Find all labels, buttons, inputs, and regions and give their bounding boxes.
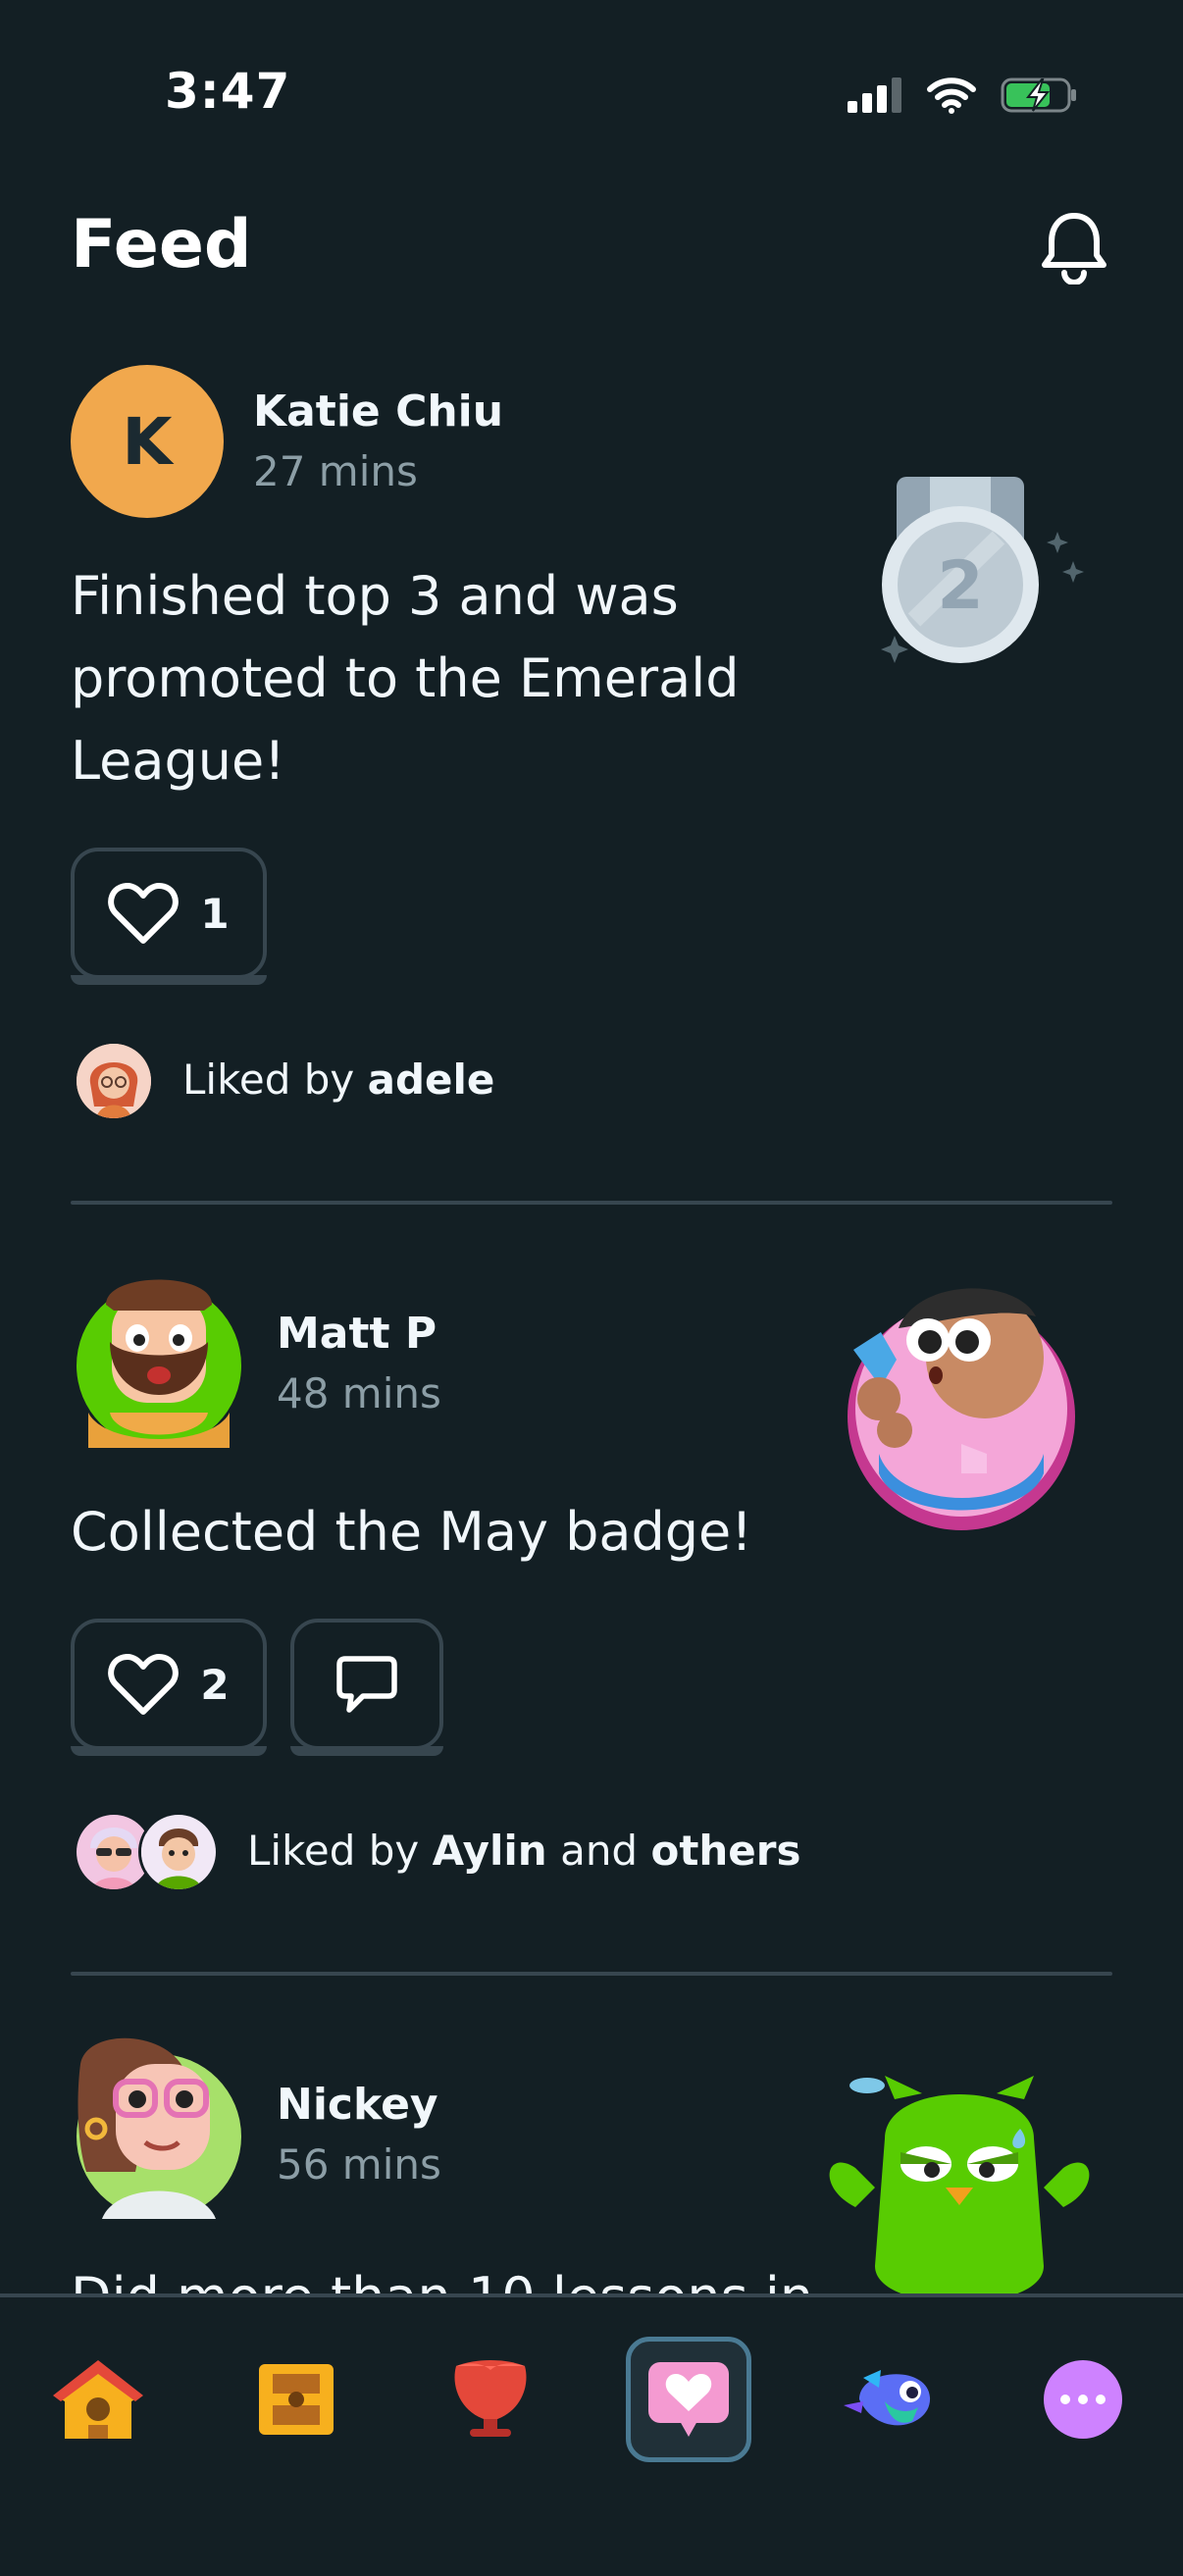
liked-by-and: and [560,1827,639,1875]
comment-button[interactable] [290,1619,443,1756]
duolingo-bird-icon [844,2370,931,2426]
tab-chest[interactable] [233,2337,359,2462]
avatar[interactable] [77,2035,241,2219]
liked-by-prefix: Liked by [247,1827,420,1875]
post-username[interactable]: Katie Chiu [253,386,503,437]
post-text: Collected the May badge! [71,1501,752,1563]
post-text: Did more than 10 lessons in [71,2256,816,2293]
post-time: 48 mins [277,1369,441,1417]
liked-by-prefix: Liked by [182,1056,355,1104]
like-button[interactable]: 2 [71,1619,267,1756]
tab-practice[interactable] [826,2337,952,2462]
more-icon [1044,2360,1122,2439]
avatar[interactable]: K [71,365,224,518]
comment-icon [336,1656,397,1713]
like-count: 2 [200,1660,230,1709]
trophy-icon [454,2360,527,2437]
avatar[interactable] [77,1265,241,1448]
feed-heart-icon [648,2362,729,2437]
liked-by-name[interactable]: Aylin [433,1827,547,1875]
silver-medal-icon: 2 [881,477,1084,663]
heart-icon [108,1654,180,1715]
heart-icon [108,883,180,944]
notification-bell-icon[interactable] [1040,210,1108,284]
divider [71,1972,1112,1976]
liked-by-text: Liked by adele [182,1056,494,1104]
post-time: 56 mins [277,2140,441,2189]
post-username[interactable]: Nickey [277,2080,438,2130]
post-time: 27 mins [253,447,418,495]
page-title: Feed [71,206,252,283]
avatar-letter: K [122,403,173,480]
status-time: 3:47 [165,63,291,120]
muscle-owl-illustration [816,2070,1103,2293]
tab-home[interactable] [35,2337,161,2462]
liked-by-name[interactable]: adele [368,1056,495,1104]
tab-more[interactable] [1020,2337,1146,2462]
post-text: Finished top 3 and was promoted to the E… [71,565,740,792]
battery-charging-icon [1001,77,1076,113]
status-icons [846,71,1079,120]
bottom-tab-bar [0,2293,1183,2576]
like-button[interactable]: 1 [71,848,267,985]
home-icon [53,2360,143,2439]
cellular-signal-icon [848,77,901,113]
post-username[interactable]: Matt P [277,1309,437,1359]
liked-by-text: Liked by Aylin and others [247,1827,801,1875]
medal-number: 2 [937,547,983,625]
tab-leaderboard[interactable] [428,2337,553,2462]
tab-feed[interactable] [626,2337,751,2462]
wifi-icon [927,77,976,114]
may-badge-icon [848,1288,1075,1530]
like-count: 1 [200,889,230,938]
treasure-chest-icon [259,2364,334,2435]
divider [71,1201,1112,1205]
liker-avatar[interactable] [77,1044,151,1118]
liked-by-others[interactable]: others [650,1827,800,1875]
liker-avatar[interactable] [138,1812,219,1892]
